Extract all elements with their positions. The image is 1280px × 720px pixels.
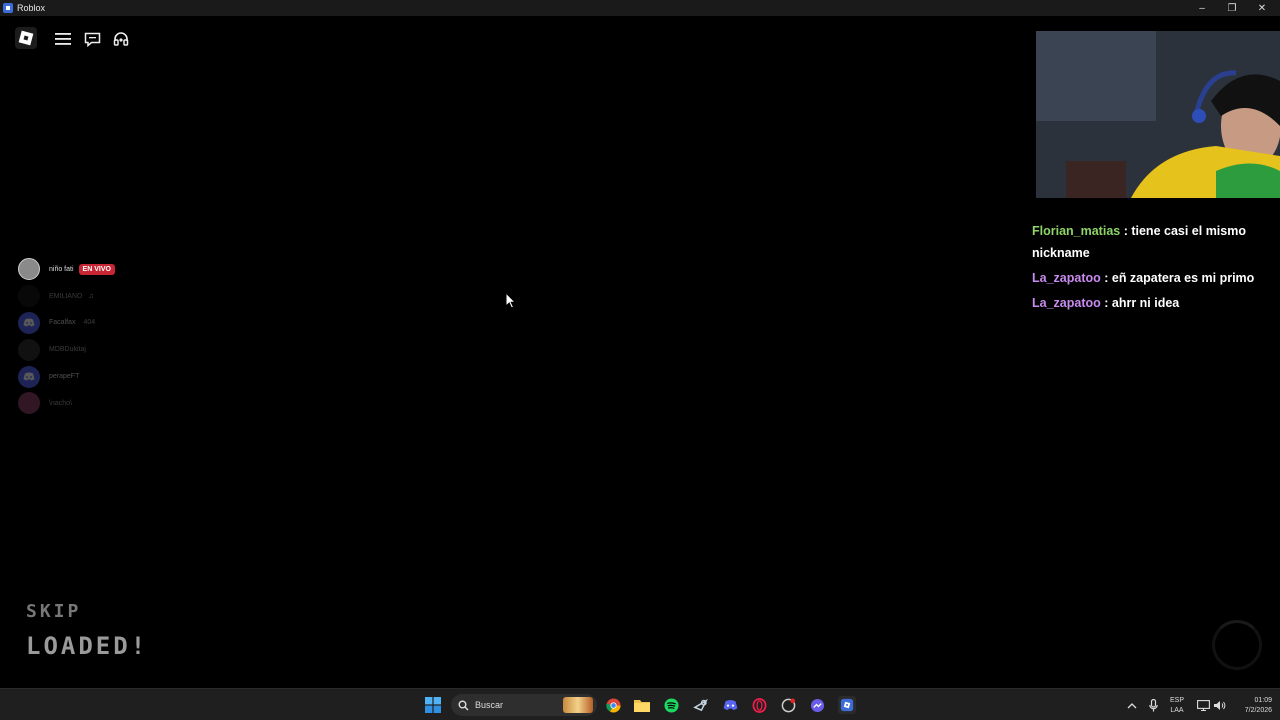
roblox-logo-icon [18,30,34,46]
chat-button[interactable] [81,28,103,50]
chat-username: La_zapatoo [1032,296,1101,310]
voice-user-name: niño fati [49,265,74,273]
user-avatar [18,258,40,281]
language-indicator[interactable]: ESP LAA [1166,696,1188,716]
voice-user-name: Facalfax [49,319,76,327]
close-button[interactable]: ✕ [1247,0,1277,16]
app-taskbar-icon[interactable] [780,697,796,713]
minimize-button[interactable]: – [1187,0,1217,16]
headset-icon [113,32,129,46]
maximize-button[interactable]: ❐ [1217,0,1247,16]
search-icon [458,700,469,710]
windows-start-button[interactable] [425,697,441,713]
network-icon[interactable] [1195,697,1211,713]
chat-text: ahrr ni idea [1111,296,1180,310]
language-code: ESP [1169,697,1184,704]
user-avatar [18,338,40,361]
roblox-menu-button[interactable] [15,27,37,49]
loading-spinner-icon [1212,620,1262,670]
taskbar: Buscar ESP LAA 01:09 7/2/2026 [0,688,1280,720]
chat-message: Florian_matias : tiene casi el mismo nic… [1032,224,1246,260]
voice-user-row[interactable]: niño fati EN VIVO [18,256,138,283]
discord-avatar-icon [18,311,40,334]
chat-message: La_zapatoo : eñ zapatera es mi primo [1032,271,1255,285]
voice-user-row[interactable]: Facalfax 404 [18,310,138,337]
chrome-taskbar-icon[interactable] [605,697,621,713]
clock[interactable]: 01:09 7/2/2026 [1228,696,1272,716]
voice-user-name: perapeFT [49,373,80,381]
hamburger-icon [55,33,71,45]
voice-user-row[interactable]: \nacho\ [18,390,138,417]
muted-icon: ♫ [88,292,94,300]
volume-icon[interactable] [1211,697,1227,713]
windows-logo-icon [425,697,441,713]
taskbar-search[interactable]: Buscar [451,694,597,716]
discord-avatar-icon [18,365,40,388]
window-title: Roblox [17,3,46,13]
file-explorer-taskbar-icon[interactable] [634,697,650,713]
menu-button[interactable] [52,28,74,50]
stream-chat: Florian_matias : tiene casi el mismo nic… [1032,220,1272,317]
webcam-overlay [1036,31,1280,198]
voice-user-row[interactable]: MDBDukitaj [18,336,138,363]
clock-date: 7/2/2026 [1244,707,1272,714]
roblox-app-icon [3,3,13,13]
show-hidden-icons-chevron-icon[interactable] [1124,697,1140,713]
messenger-taskbar-icon[interactable] [809,697,825,713]
opera-gx-taskbar-icon[interactable] [751,697,767,713]
loading-status: LOADED! [26,632,149,660]
voice-user-row[interactable]: EMILIANO ♫ [18,283,138,310]
title-bar: Roblox – ❐ ✕ [0,0,1280,16]
roblox-taskbar-icon[interactable] [838,696,856,714]
clock-time: 01:09 [1254,697,1272,704]
user-avatar [18,392,40,415]
chat-message: La_zapatoo : ahrr ni idea [1032,296,1180,310]
chat-icon [84,32,100,47]
user-avatar [18,285,40,308]
live-badge: EN VIVO [78,263,115,275]
headset-button[interactable] [110,28,132,50]
chat-text: eñ zapatera es mi primo [1111,271,1255,285]
spotify-taskbar-icon[interactable] [663,697,679,713]
keyboard-layout: LAA [1170,707,1184,714]
voice-channel-list: niño fati EN VIVO EMILIANO ♫ Facalfax 40… [18,256,138,417]
mouse-cursor-icon [505,292,517,309]
discord-taskbar-icon[interactable] [722,697,738,713]
skip-button[interactable]: SKIP [26,601,81,622]
chat-username: La_zapatoo [1032,271,1101,285]
microphone-icon[interactable] [1145,697,1161,713]
chat-username: Florian_matias [1032,224,1121,238]
voice-user-name: EMILIANO [49,292,83,300]
voice-user-row[interactable]: perapeFT [18,363,138,390]
search-placeholder: Buscar [475,700,504,710]
steam-taskbar-icon[interactable] [692,697,708,713]
voice-user-badge: 404 [83,319,96,327]
voice-user-name: MDBDukitaj [49,346,86,354]
webcam-image [1036,31,1280,198]
search-highlight-image [563,697,593,713]
voice-user-name: \nacho\ [49,399,72,407]
